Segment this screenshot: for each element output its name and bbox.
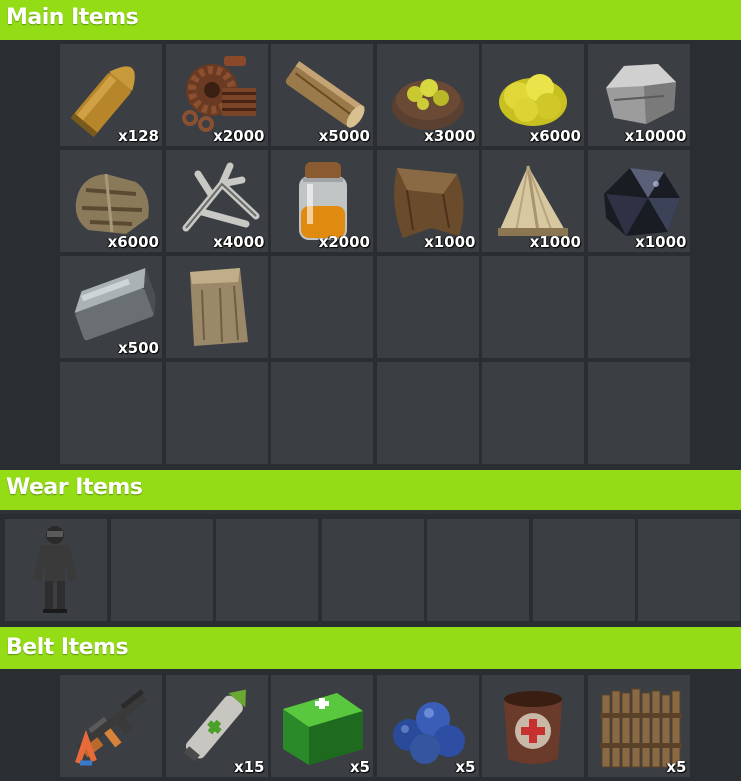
belt-items-grid: x15 x5 x5 x5	[0, 669, 741, 781]
wear-slot-empty[interactable]	[216, 519, 318, 621]
assault-rifle-icon	[66, 679, 156, 769]
animal-fat-icon	[488, 154, 578, 244]
main-slot-rifle-ammo[interactable]: x128	[60, 44, 162, 146]
main-items-header: Main Items	[0, 0, 741, 40]
item-quantity: x10000	[624, 127, 687, 145]
item-quantity: x128	[118, 127, 159, 145]
medical-syringe-icon	[172, 679, 262, 769]
item-quantity: x6000	[107, 233, 159, 251]
main-slot-empty[interactable]	[271, 256, 373, 358]
belt-items-title: Belt Items	[6, 635, 129, 660]
item-quantity: x15	[233, 758, 265, 776]
sulfur-ore-icon	[383, 48, 473, 138]
wear-items-header: Wear Items	[0, 470, 741, 510]
item-quantity: x3000	[424, 127, 476, 145]
item-quantity: x500	[118, 339, 159, 357]
main-slot-empty[interactable]	[271, 362, 373, 464]
belt-items-header: Belt Items	[0, 627, 741, 669]
belt-slot-assault-rifle[interactable]	[60, 675, 162, 777]
main-slot-empty[interactable]	[587, 256, 690, 358]
sulfur-icon	[488, 48, 578, 138]
main-slot-bone-fragments[interactable]: x4000	[165, 150, 268, 252]
item-quantity: x5	[455, 758, 476, 776]
explosives-bag-icon	[172, 260, 262, 350]
leather-icon	[383, 154, 473, 244]
wear-slot-empty[interactable]	[321, 519, 424, 621]
main-slot-low-grade-fuel[interactable]: x2000	[271, 150, 373, 252]
main-slot-animal-fat[interactable]: x1000	[482, 150, 584, 252]
high-quality-metal-icon	[66, 260, 156, 350]
item-quantity: x5	[666, 758, 687, 776]
blueberries-icon	[383, 679, 473, 769]
rifle-ammo-icon	[66, 48, 156, 138]
item-quantity: x1000	[424, 233, 476, 251]
bone-fragments-icon	[172, 154, 262, 244]
stone-icon	[594, 48, 684, 138]
wear-slot-hazmat-suit[interactable]	[5, 519, 107, 621]
main-slot-empty[interactable]	[376, 362, 479, 464]
wooden-barricade-icon	[594, 679, 684, 769]
wood-icon	[277, 48, 367, 138]
main-slot-sulfur-ore[interactable]: x3000	[376, 44, 479, 146]
main-slot-cloth[interactable]: x6000	[60, 150, 162, 252]
belt-slot-large-medkit-pot[interactable]	[482, 675, 584, 777]
wear-items-title: Wear Items	[6, 475, 143, 500]
main-slot-metal-fragments[interactable]: x2000	[165, 44, 268, 146]
main-slot-empty[interactable]	[60, 362, 162, 464]
main-slot-leather[interactable]: x1000	[376, 150, 479, 252]
main-slot-empty[interactable]	[482, 362, 584, 464]
cloth-icon	[66, 154, 156, 244]
main-slot-empty[interactable]	[482, 256, 584, 358]
belt-slot-medical-syringe[interactable]: x15	[165, 675, 268, 777]
main-slot-empty[interactable]	[165, 362, 268, 464]
main-slot-stone[interactable]: x10000	[587, 44, 690, 146]
wear-slot-empty[interactable]	[532, 519, 635, 621]
charcoal-icon	[594, 154, 684, 244]
wear-slot-empty[interactable]	[638, 519, 740, 621]
large-medkit-pot-icon	[488, 679, 578, 769]
item-quantity: x1000	[529, 233, 581, 251]
belt-slot-wooden-barricade[interactable]: x5	[587, 675, 690, 777]
main-slot-explosives-bag[interactable]	[165, 256, 268, 358]
hazmat-suit-icon	[11, 523, 101, 615]
main-slot-empty[interactable]	[587, 362, 690, 464]
item-quantity: x1000	[635, 233, 687, 251]
wear-slot-empty[interactable]	[110, 519, 213, 621]
belt-slot-medkit[interactable]: x5	[271, 675, 373, 777]
item-quantity: x4000	[213, 233, 265, 251]
main-slot-high-quality-metal[interactable]: x500	[60, 256, 162, 358]
item-quantity: x2000	[318, 233, 370, 251]
item-quantity: x2000	[213, 127, 265, 145]
main-slot-charcoal[interactable]: x1000	[587, 150, 690, 252]
metal-fragments-icon	[172, 48, 262, 138]
main-slot-sulfur[interactable]: x6000	[482, 44, 584, 146]
item-quantity: x5000	[318, 127, 370, 145]
item-quantity: x6000	[529, 127, 581, 145]
main-items-title: Main Items	[6, 5, 139, 30]
main-items-grid: x128 x2000 x5000 x3000 x6000 x10000 x6000 x4000…	[0, 40, 741, 470]
medkit-icon	[277, 679, 367, 769]
belt-slot-blueberries[interactable]: x5	[376, 675, 479, 777]
wear-items-grid	[0, 514, 741, 627]
low-grade-fuel-icon	[277, 154, 367, 244]
main-slot-wood[interactable]: x5000	[271, 44, 373, 146]
wear-slot-empty[interactable]	[427, 519, 529, 621]
item-quantity: x5	[349, 758, 370, 776]
main-slot-empty[interactable]	[376, 256, 479, 358]
